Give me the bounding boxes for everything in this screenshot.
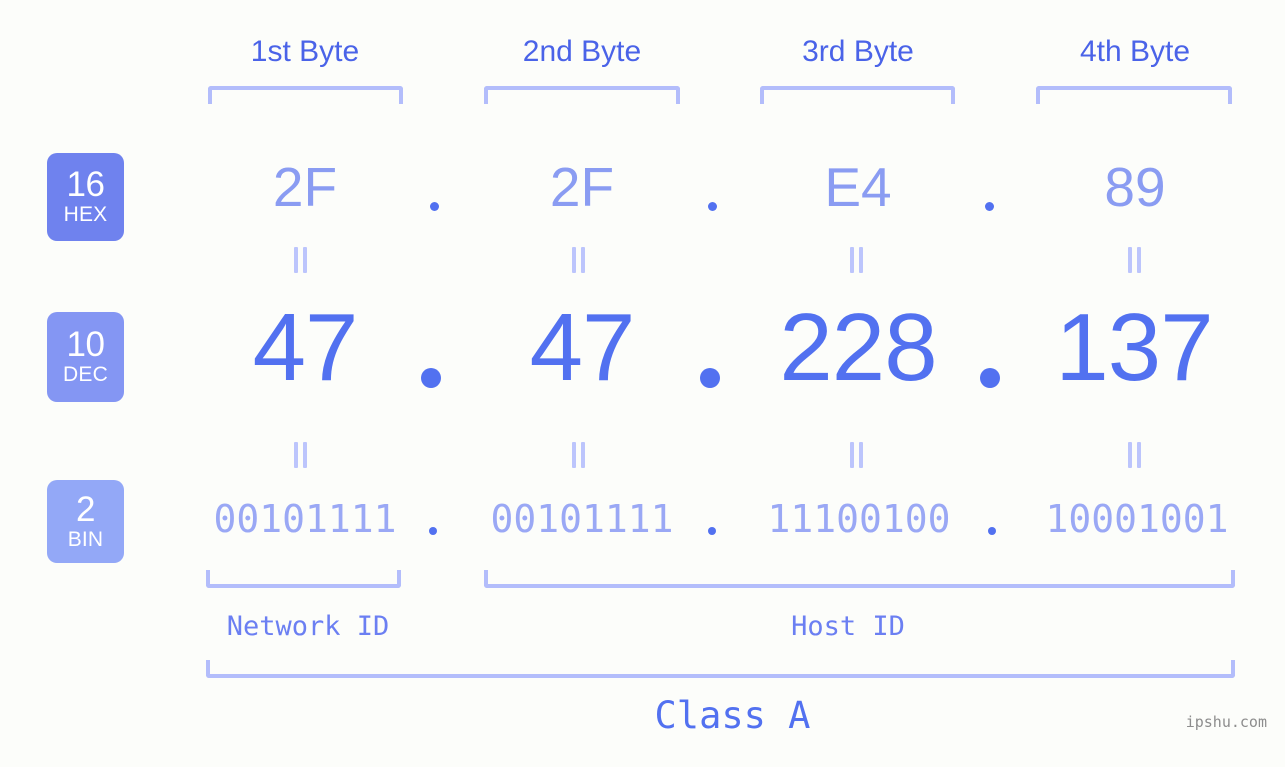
dec-separator-dot-1: [421, 368, 441, 388]
equals-mark-dec-bin-1: [294, 442, 308, 468]
site-watermark: ipshu.com: [1185, 713, 1267, 731]
byte-bracket-1: [208, 86, 403, 104]
byte-header-label-4: 4th Byte: [1079, 35, 1191, 68]
host-id-label: Host ID: [791, 611, 905, 642]
base-badge-bin-number: 2: [76, 489, 95, 529]
base-badge-dec: 10 DEC: [47, 312, 124, 402]
hex-separator-dot-1: [430, 202, 439, 211]
equals-mark-dec-bin-3: [850, 442, 864, 468]
byte-header-label-2: 2nd Byte: [522, 35, 642, 68]
base-badge-bin-name: BIN: [67, 527, 104, 551]
bin-octet-1: 00101111: [213, 497, 397, 541]
hex-octet-2: 2F: [549, 156, 615, 218]
bin-separator-dot-3: [988, 527, 996, 535]
dec-separator-dot-2: [700, 368, 720, 388]
hex-octet-4: 89: [1104, 156, 1166, 218]
class-bracket: [206, 660, 1235, 678]
base-badge-dec-name: DEC: [63, 363, 108, 386]
hex-separator-dot-2: [708, 202, 717, 211]
bin-octet-4: 10001001: [1045, 497, 1229, 541]
equals-mark-hex-dec-2: [572, 247, 586, 273]
base-badge-hex-number: 16: [66, 165, 105, 204]
network-id-bracket: [206, 570, 401, 588]
hex-octet-1: 2F: [272, 156, 338, 218]
byte-bracket-2: [484, 86, 680, 104]
base-badge-hex-name: HEX: [63, 203, 108, 226]
byte-header-label-1: 1st Byte: [250, 35, 360, 68]
byte-bracket-4: [1036, 86, 1232, 104]
equals-mark-dec-bin-2: [572, 442, 586, 468]
host-id-bracket: [484, 570, 1235, 588]
equals-mark-hex-dec-3: [850, 247, 864, 273]
dec-octet-1: 47: [252, 294, 359, 401]
hex-separator-dot-3: [985, 202, 994, 211]
base-badge-bin: 2 BIN: [47, 480, 124, 563]
equals-mark-hex-dec-1: [294, 247, 308, 273]
bin-separator-dot-2: [708, 527, 716, 535]
base-badge-dec-number: 10: [66, 325, 105, 364]
ip-address-breakdown-diagram: 1st Byte 2nd Byte 3rd Byte 4th Byte 16 H…: [0, 0, 1285, 767]
dec-separator-dot-3: [980, 368, 1000, 388]
byte-bracket-3: [760, 86, 955, 104]
equals-mark-hex-dec-4: [1128, 247, 1142, 273]
bin-octet-2: 00101111: [490, 497, 674, 541]
dec-octet-3: 228: [779, 294, 937, 401]
byte-header-label-3: 3rd Byte: [802, 35, 914, 68]
network-id-label: Network ID: [226, 611, 390, 642]
bin-separator-dot-1: [429, 527, 437, 535]
equals-mark-dec-bin-4: [1128, 442, 1142, 468]
dec-octet-2: 47: [529, 294, 636, 401]
hex-octet-3: E4: [824, 156, 892, 218]
class-label: Class A: [654, 694, 811, 737]
bin-octet-3: 11100100: [767, 497, 951, 541]
base-badge-hex: 16 HEX: [47, 153, 124, 241]
dec-octet-4: 137: [1055, 294, 1213, 401]
